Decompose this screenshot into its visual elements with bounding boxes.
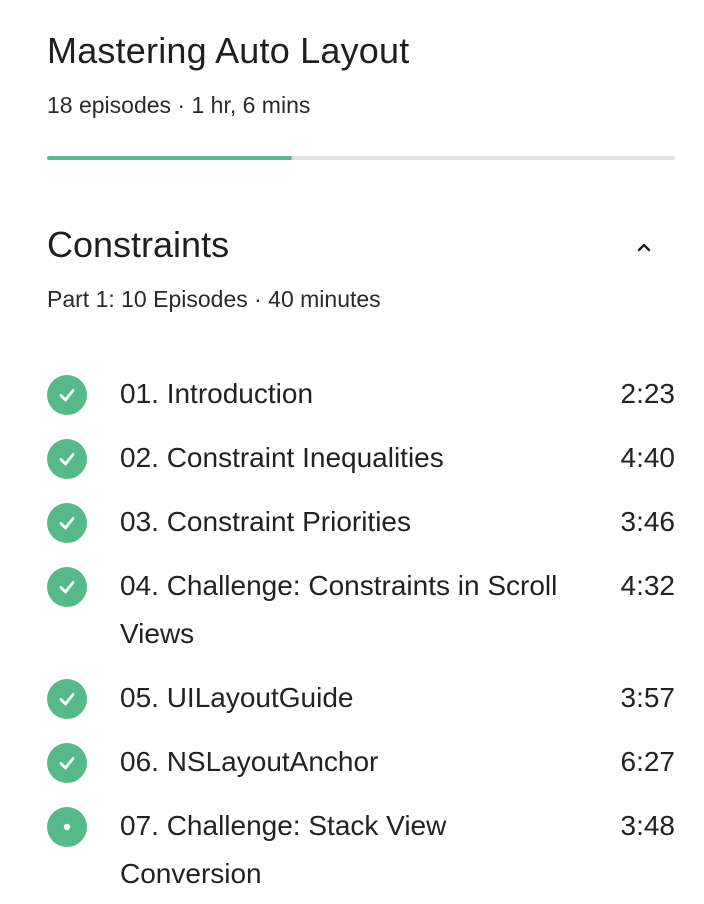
episode-duration: 3:46	[620, 506, 676, 537]
checkmark-icon	[59, 757, 75, 770]
episode-duration: 2:23	[620, 378, 676, 409]
episode-status-badge	[47, 679, 87, 719]
checkmark-icon	[59, 693, 75, 706]
episode-duration: 6:27	[620, 746, 676, 777]
episode-status-badge	[47, 743, 87, 783]
course-progress-fill	[47, 156, 292, 160]
episode-status-badge	[47, 375, 87, 415]
episode-status-badge	[47, 503, 87, 543]
episode-title: 05. UILayoutGuide	[120, 682, 354, 713]
episode-item[interactable]: 06. NSLayoutAnchor 6:27	[47, 738, 675, 786]
episode-item[interactable]: 02. Constraint Inequalities 4:40	[47, 434, 675, 482]
course-progress-bar	[47, 156, 675, 160]
episode-item[interactable]: 04. Challenge: Constraints in Scroll Vie…	[47, 562, 675, 658]
episode-status-badge	[47, 439, 87, 479]
section-meta: Part 1: 10 Episodes · 40 minutes	[47, 286, 381, 312]
episode-title: 04. Challenge: Constraints in Scroll Vie…	[120, 570, 558, 649]
episode-status-badge	[47, 807, 87, 847]
episode-duration: 4:32	[620, 570, 676, 601]
episode-item[interactable]: 03. Constraint Priorities 3:46	[47, 498, 675, 546]
episode-duration: 4:40	[620, 442, 676, 473]
episode-duration: 3:48	[620, 810, 676, 841]
episode-list: 01. Introduction 2:23 02. Constraint Ine…	[47, 370, 675, 898]
episode-item[interactable]: 01. Introduction 2:23	[47, 370, 675, 418]
course-title: Mastering Auto Layout	[47, 30, 410, 71]
checkmark-icon	[59, 453, 75, 466]
checkmark-icon	[59, 517, 75, 530]
episode-status-badge	[47, 567, 87, 607]
in-progress-dot-icon	[63, 823, 71, 831]
episode-title: 01. Introduction	[120, 378, 314, 409]
episode-item[interactable]: 07. Challenge: Stack View Conversion 3:4…	[47, 802, 675, 898]
episode-item[interactable]: 05. UILayoutGuide 3:57	[47, 674, 675, 722]
section-title: Constraints	[47, 224, 230, 265]
section-header[interactable]: Constraints Part 1: 10 Episodes · 40 min…	[47, 222, 675, 314]
course-header: Mastering Auto Layout 18 episodes · 1 hr…	[47, 28, 675, 120]
checkmark-icon	[59, 389, 75, 402]
episode-title: 06. NSLayoutAnchor	[120, 746, 379, 777]
course-meta: 18 episodes · 1 hr, 6 mins	[47, 92, 311, 118]
episode-title: 07. Challenge: Stack View Conversion	[120, 810, 447, 889]
episode-title: 02. Constraint Inequalities	[120, 442, 444, 473]
episode-duration: 3:57	[620, 682, 676, 713]
episode-title: 03. Constraint Priorities	[120, 506, 412, 537]
checkmark-icon	[59, 581, 75, 594]
section-collapse-button[interactable]	[631, 234, 657, 260]
chevron-up-icon	[637, 243, 651, 252]
